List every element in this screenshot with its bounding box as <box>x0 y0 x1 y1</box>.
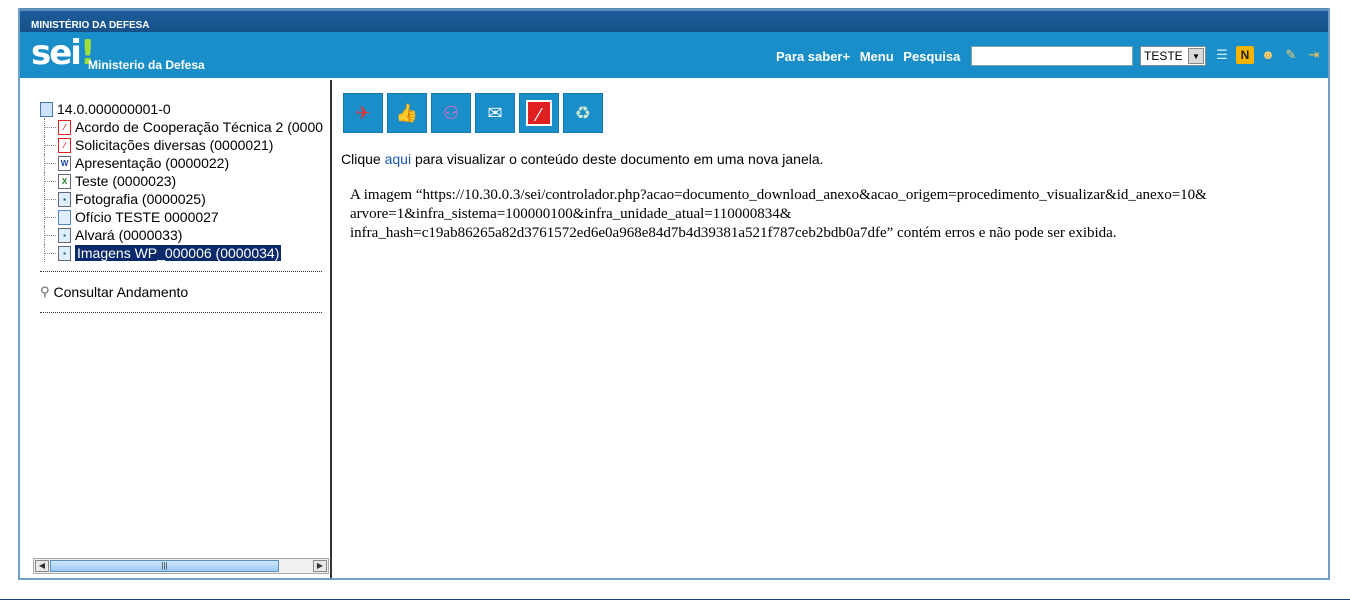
consultar-andamento-link[interactable]: ⚲ Consultar Andamento <box>40 284 188 300</box>
scroll-right-icon[interactable]: ▶ <box>313 560 327 572</box>
tree-item-label: Solicitações diversas (0000021) <box>75 137 274 153</box>
tree-item-selected[interactable]: ▪ Imagens WP_000006 (0000034) <box>40 244 332 262</box>
magnifier-icon: ⚲ <box>40 284 50 299</box>
bird-computer-icon[interactable]: ✈ <box>343 93 383 133</box>
process-tree: 14.0.000000001-0 ⁄ Acordo de Cooperação … <box>40 100 332 262</box>
tree-item-label: Imagens WP_000006 (0000034) <box>75 245 282 261</box>
tree-item[interactable]: Ofício TESTE 0000027 <box>40 208 332 226</box>
error-line-2: arvore=1&infra_sistema=100000100&infra_u… <box>350 206 792 222</box>
excel-icon: X <box>58 173 71 189</box>
bottom-border <box>0 599 1350 600</box>
nav-links: Para saber+ Menu Pesquisa <box>776 49 966 64</box>
chevron-down-icon[interactable]: ▼ <box>1188 48 1204 64</box>
people-icon[interactable]: ⚇ <box>431 93 471 133</box>
tree-item[interactable]: ⁄ Acordo de Cooperação Técnica 2 (0000 <box>40 118 332 136</box>
logo-text: sei <box>31 33 82 73</box>
tree-item-label: Alvará (0000033) <box>75 227 183 243</box>
clique-prefix: Clique <box>341 151 385 167</box>
tree-item[interactable]: ▪ Fotografia (0000025) <box>40 190 332 208</box>
open-document-message: Clique aqui para visualizar o conteúdo d… <box>341 151 824 167</box>
tree-item-label: Acordo de Cooperação Técnica 2 (0000 <box>75 119 324 135</box>
clique-suffix: para visualizar o conteúdo deste documen… <box>411 151 824 167</box>
horizontal-scrollbar[interactable]: ◀ ||| ▶ <box>33 558 329 574</box>
divider <box>40 312 322 313</box>
image-icon: ▪ <box>58 245 71 261</box>
tree-root[interactable]: 14.0.000000001-0 <box>40 100 332 118</box>
scroll-left-icon[interactable]: ◀ <box>35 560 49 572</box>
document-icon <box>58 209 71 225</box>
tree-panel: 14.0.000000001-0 ⁄ Acordo de Cooperação … <box>20 80 332 578</box>
document-toolbar: ✈ 👍 ⚇ ✉ ⁄ ♻ <box>343 93 603 133</box>
tree-item-label: Ofício TESTE 0000027 <box>75 209 219 225</box>
ministry-bar: MINISTÉRIO DA DEFESA <box>20 8 1328 32</box>
ministry-title: MINISTÉRIO DA DEFESA <box>31 20 150 31</box>
process-icon <box>40 101 53 117</box>
tree-item[interactable]: ▪ Alvará (0000033) <box>40 226 332 244</box>
org-name: Ministerio da Defesa <box>88 58 205 72</box>
list-icon[interactable]: ☰ <box>1213 46 1231 64</box>
tree-item-label: Apresentação (0000022) <box>75 155 230 171</box>
word-icon: W <box>58 155 71 171</box>
link-pesquisa[interactable]: Pesquisa <box>903 49 960 64</box>
unit-select[interactable]: TESTE ▼ <box>1140 46 1206 66</box>
unit-selected-value: TESTE <box>1144 49 1183 63</box>
tree-item-label: Fotografia (0000025) <box>75 191 206 207</box>
notes-icon[interactable]: N <box>1236 46 1254 64</box>
thumbs-up-icon[interactable]: 👍 <box>387 93 427 133</box>
open-in-new-window-link[interactable]: aqui <box>385 151 411 167</box>
sei-logo[interactable]: sei! <box>31 33 95 73</box>
email-icon[interactable]: ✉ <box>475 93 515 133</box>
app-frame: MINISTÉRIO DA DEFESA sei! Ministerio da … <box>18 8 1330 580</box>
image-error-message: A imagem “https://10.30.0.3/sei/controla… <box>350 186 1290 243</box>
search-input[interactable] <box>971 46 1133 66</box>
header: sei! Ministerio da Defesa Para saber+ Me… <box>20 32 1328 78</box>
tree-item[interactable]: X Teste (0000023) <box>40 172 332 190</box>
pdf-icon: ⁄ <box>58 137 71 153</box>
pdf-icon: ⁄ <box>58 119 71 135</box>
link-para-saber[interactable]: Para saber+ <box>776 49 850 64</box>
user-icon[interactable]: ☻ <box>1259 46 1277 64</box>
link-menu[interactable]: Menu <box>860 49 894 64</box>
logout-icon[interactable]: ⇥ <box>1305 46 1323 64</box>
header-icons: ☰ N ☻ ✎ ⇥ <box>1213 46 1323 64</box>
scroll-thumb[interactable]: ||| <box>50 560 279 572</box>
consultar-andamento-label: Consultar Andamento <box>53 284 189 300</box>
document-view: ✈ 👍 ⚇ ✉ ⁄ ♻ Clique aqui para visualizar … <box>341 80 1326 578</box>
tree-item[interactable]: ⁄ Solicitações diversas (0000021) <box>40 136 332 154</box>
divider <box>40 271 322 272</box>
recycle-icon[interactable]: ♻ <box>563 93 603 133</box>
cancel-icon[interactable]: ⁄ <box>519 93 559 133</box>
image-icon: ▪ <box>58 191 71 207</box>
tree-item[interactable]: W Apresentação (0000022) <box>40 154 332 172</box>
tree-root-label: 14.0.000000001-0 <box>57 101 171 117</box>
error-line-3: infra_hash=c19ab86265a82d3761572ed6e0a96… <box>350 225 1117 241</box>
error-line-1: A imagem “https://10.30.0.3/sei/controla… <box>350 187 1207 203</box>
tree-item-label: Teste (0000023) <box>75 173 177 189</box>
tools-icon[interactable]: ✎ <box>1282 46 1300 64</box>
image-icon: ▪ <box>58 227 71 243</box>
